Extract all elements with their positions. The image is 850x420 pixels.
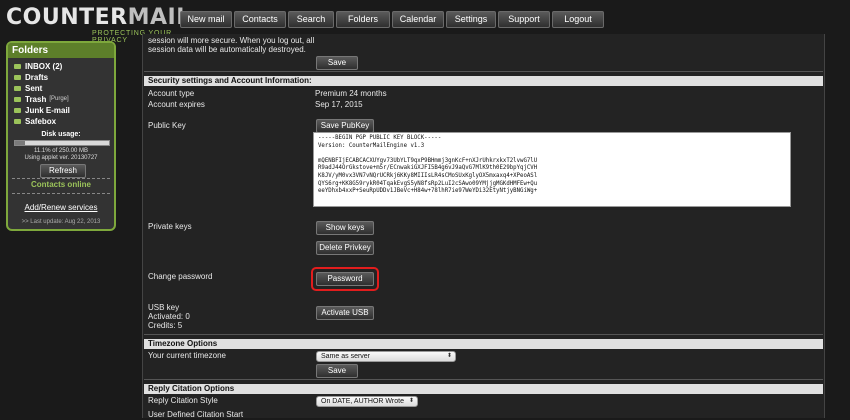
private-keys-label: Private keys [148,222,192,231]
disk-usage-label: Disk usage: [41,131,81,138]
main-nav: New mail Contacts Search Folders Calenda… [180,11,606,28]
nav-contacts[interactable]: Contacts [234,11,286,28]
folder-label: Safebox [25,116,57,126]
sidebar-divider [12,178,110,179]
timezone-selected-value: Same as server [321,353,371,360]
section-divider [144,334,823,335]
account-expires-value: Sep 17, 2015 [315,100,363,109]
show-keys-button[interactable]: Show keys [316,221,374,235]
folders-sidebar: Folders INBOX (2) Drafts Sent Trash [Pur… [6,41,116,231]
folder-label: Junk E-mail [25,105,70,115]
nav-logout[interactable]: Logout [552,11,604,28]
nav-search[interactable]: Search [288,11,334,28]
refresh-button[interactable]: Refresh [40,164,86,178]
folder-icon [14,107,21,113]
account-expires-label: Account expires [148,100,205,109]
account-type-label: Account type [148,89,195,98]
disk-usage-bar [14,140,110,146]
nav-calendar[interactable]: Calendar [392,11,444,28]
timezone-save-button[interactable]: Save [316,364,358,378]
activate-usb-button[interactable]: Activate USB [316,306,374,320]
folder-safebox[interactable]: Safebox [14,116,56,126]
select-arrows-icon: ⬍ [408,398,414,404]
reply-citation-selected-value: On DATE, AUTHOR Wrote [321,398,404,405]
nav-support[interactable]: Support [498,11,550,28]
select-arrows-icon: ⬍ [446,353,452,359]
trash-icon [14,96,21,102]
folder-label: INBOX (2) [25,61,63,71]
timezone-label: Your current timezone [148,351,226,360]
reply-citation-section-header: Reply Citation Options [144,384,823,394]
public-key-label: Public Key [148,121,186,130]
folder-trash[interactable]: Trash [Purge] [14,94,69,104]
folder-label: Drafts [25,72,49,82]
timezone-section-header: Timezone Options [144,339,823,349]
folder-icon [14,85,21,91]
reply-citation-style-select[interactable]: On DATE, AUTHOR Wrote ⬍ [316,396,418,407]
user-defined-citation-label: User Defined Citation Start [148,410,244,419]
disk-usage-fill [15,141,26,145]
session-text-2: session data will be automatically destr… [148,45,306,54]
usb-credits-text: Credits: 5 [148,321,183,330]
session-save-button[interactable]: Save [316,56,358,70]
countermail-logo: COUNTERMAIL PROTECTING YOUR PRIVACY [6,5,190,45]
folder-drafts[interactable]: Drafts [14,72,48,82]
folder-inbox[interactable]: INBOX (2) [14,61,62,71]
folder-label: Trash [25,94,47,104]
save-pubkey-button[interactable]: Save PubKey [316,119,374,133]
add-renew-services-link[interactable]: Add/Renew services [8,203,114,212]
purge-link[interactable]: [Purge] [49,96,68,102]
section-divider [144,379,823,380]
disk-usage-text: 11.1% of 250.00 MB [34,148,88,154]
sidebar-title: Folders [8,43,114,58]
public-key-textarea[interactable]: -----BEGIN PGP PUBLIC KEY BLOCK----- Ver… [313,132,791,207]
contacts-online-label: Contacts online [30,180,91,189]
logo-counter: COUNTER [6,5,128,30]
change-password-label: Change password [148,272,213,281]
delete-privkey-button[interactable]: Delete Privkey [316,241,374,255]
folder-icon [14,118,21,124]
section-divider [144,71,823,72]
nav-new-mail[interactable]: New mail [180,11,232,28]
last-update-text: >> Last update: Aug 22, 2013 [21,219,101,225]
folder-icon [14,74,21,80]
security-section-header: Security settings and Account Informatio… [144,76,823,86]
nav-folders[interactable]: Folders [336,11,390,28]
folder-junk[interactable]: Junk E-mail [14,105,70,115]
password-button[interactable]: Password [316,272,374,286]
timezone-select[interactable]: Same as server ⬍ [316,351,456,362]
folder-label: Sent [25,83,43,93]
settings-panel: session will more secure. When you log o… [142,34,825,419]
folder-icon [14,63,21,69]
applet-version: Using applet ver. 20130727 [24,155,98,161]
folder-sent[interactable]: Sent [14,83,42,93]
account-type-value: Premium 24 months [315,89,387,98]
sidebar-divider [12,193,110,194]
nav-settings[interactable]: Settings [446,11,496,28]
reply-citation-style-label: Reply Citation Style [148,396,218,405]
